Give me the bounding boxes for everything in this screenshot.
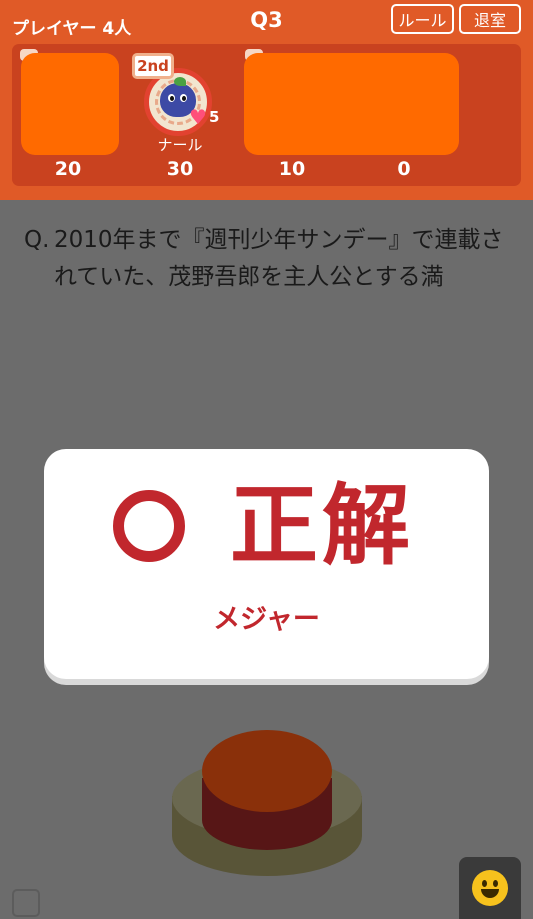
player-name: ナール xyxy=(157,136,203,154)
player-score: 0 xyxy=(397,158,411,180)
emoji-button[interactable] xyxy=(459,857,521,919)
exit-room-button[interactable]: 退室 xyxy=(459,4,521,34)
heart-icon: ♥ xyxy=(189,105,207,129)
question-text: 2010年まで『週刊少年サンデー』で連載されていた、茂野吾郎を主人公とする満 xyxy=(54,227,504,290)
rank-badge: 2nd xyxy=(132,53,174,79)
buzzer-cap-top xyxy=(202,730,332,812)
player-avatar-redacted xyxy=(244,53,459,155)
player-avatar-redacted xyxy=(21,53,119,155)
rules-button[interactable]: ルール xyxy=(391,4,454,34)
circle-icon xyxy=(113,490,185,562)
leaf-icon xyxy=(174,77,186,86)
heart-count: 5 xyxy=(209,108,220,126)
correct-answer: メジャー xyxy=(213,604,320,635)
game-header: プレイヤー 4人 Q3 ルール 退室 2nd ♥ 5 ナール 20 30 10 … xyxy=(0,0,533,200)
player-score: 30 xyxy=(166,158,194,180)
result-dialog: 正解 メジャー xyxy=(44,449,489,679)
player-score: 10 xyxy=(278,158,306,180)
player-score: 20 xyxy=(54,158,82,180)
wifi-icon xyxy=(12,889,40,917)
smiley-icon xyxy=(472,870,508,906)
player-panel: 2nd ♥ 5 ナール 20 30 10 0 xyxy=(12,44,521,186)
question-prefix: Q. xyxy=(24,227,50,253)
result-title: 正解 xyxy=(230,474,415,577)
buzzer-button[interactable] xyxy=(172,730,362,878)
